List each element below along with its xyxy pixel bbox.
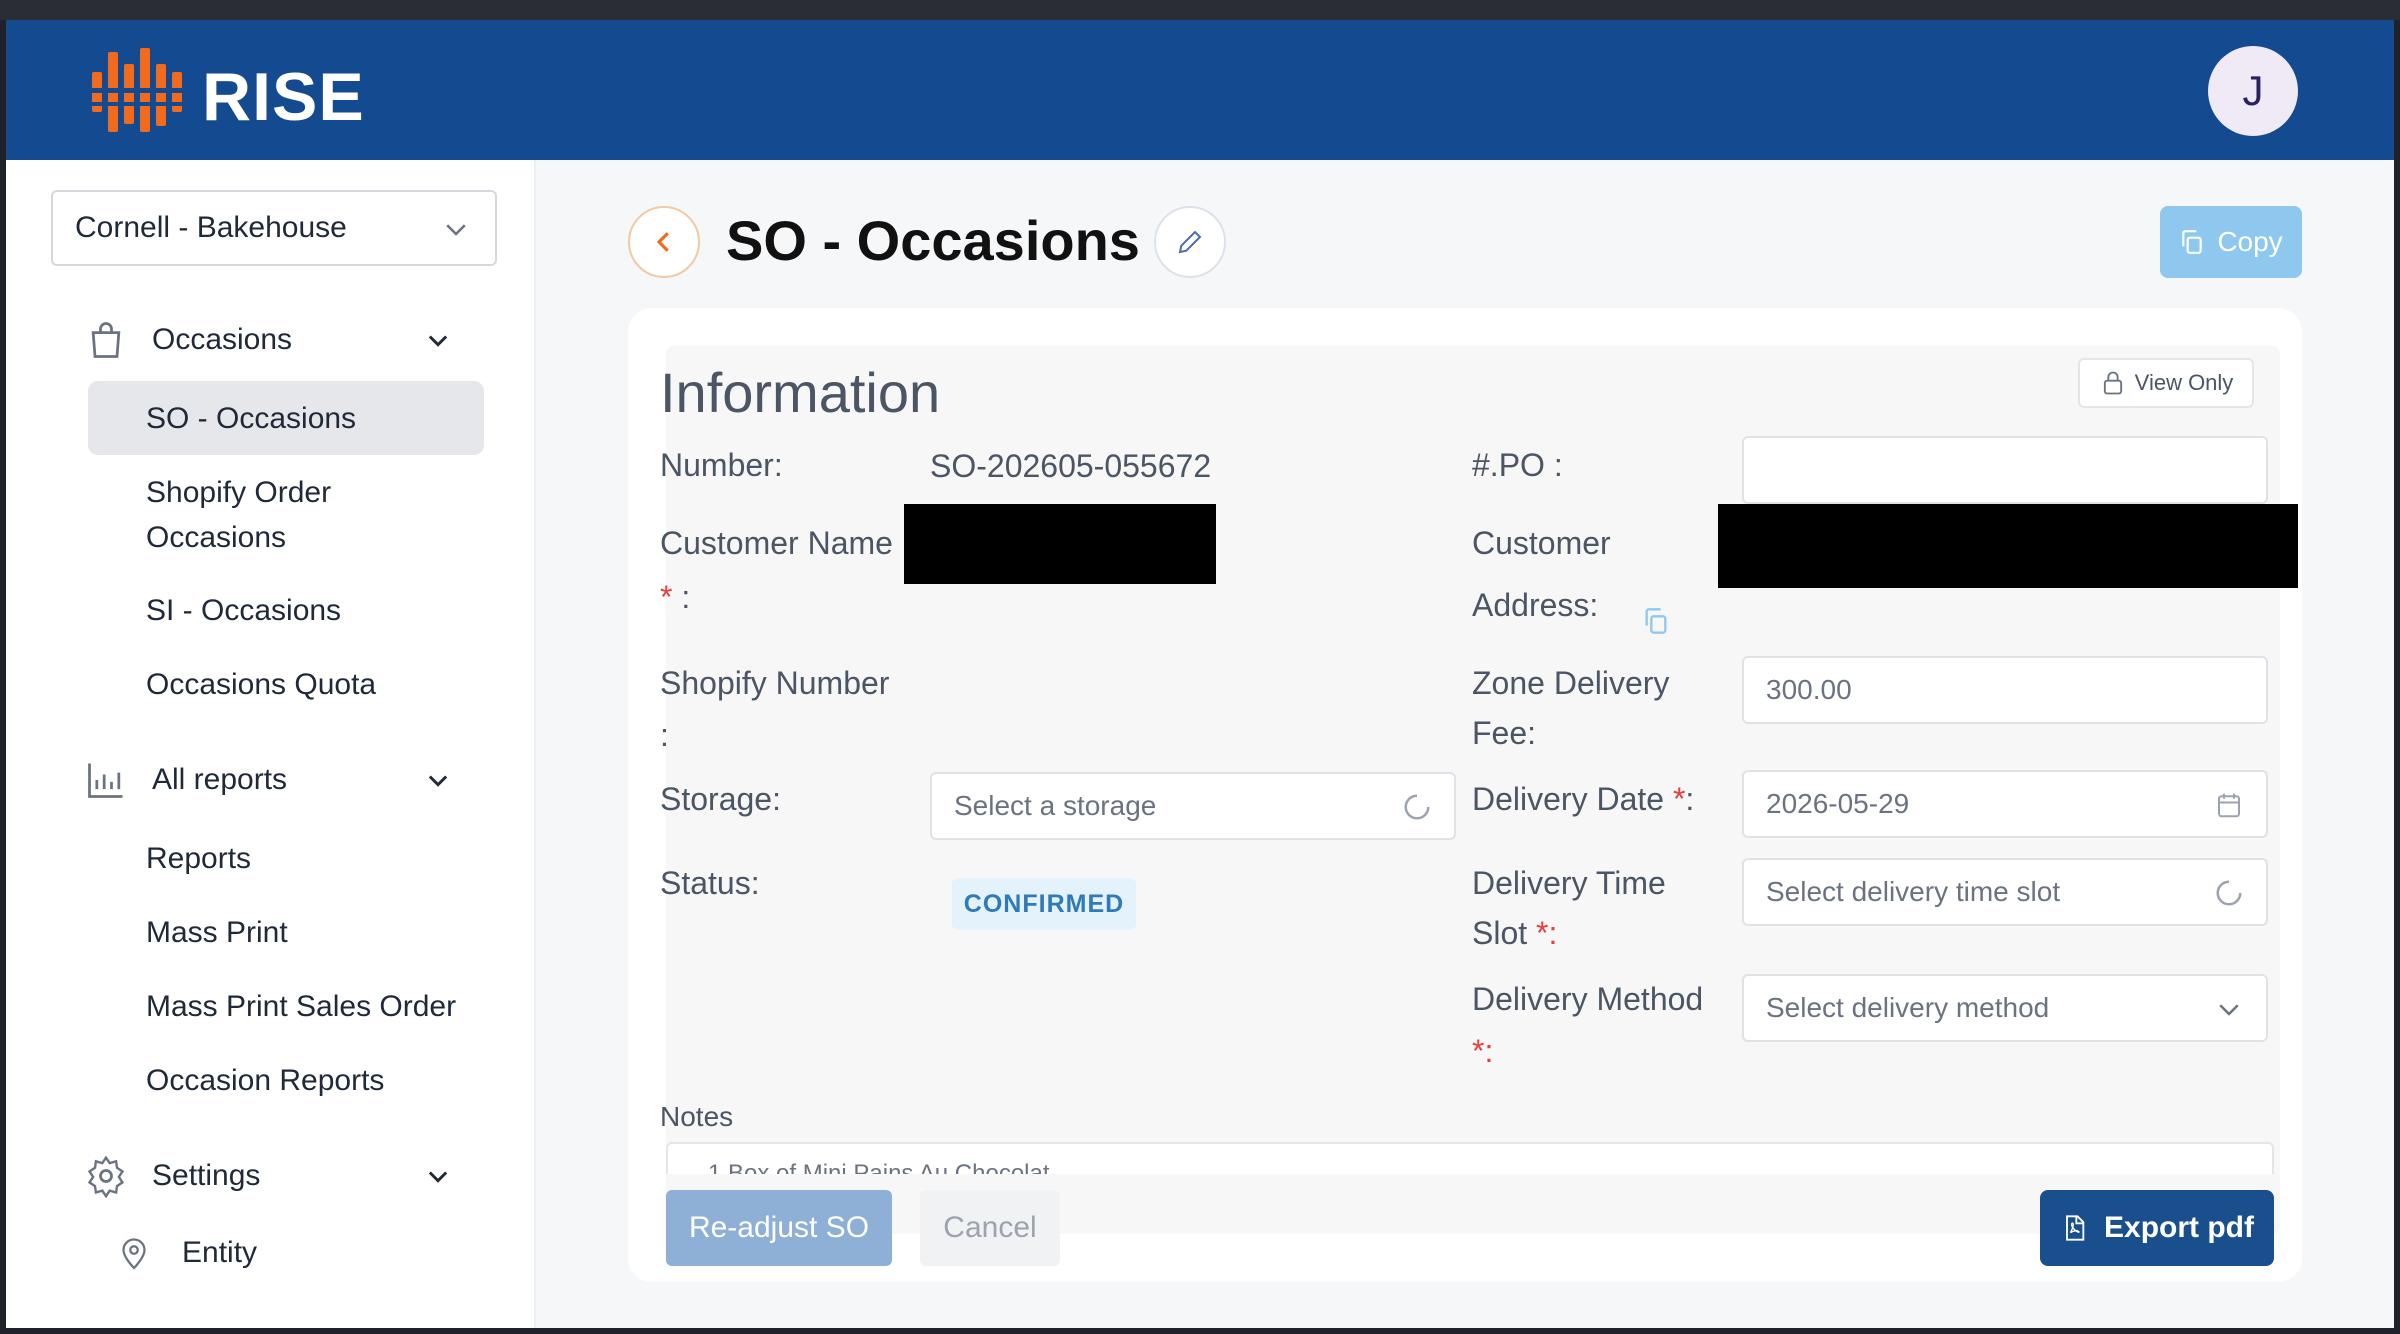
chevron-down-icon <box>428 1171 448 1183</box>
notes-label: Notes <box>660 1101 734 1132</box>
store-select[interactable]: Cornell - Bakehouse <box>51 190 497 266</box>
zone-fee-value: 300.00 <box>1766 674 1852 705</box>
nav-group-label: All reports <box>152 763 288 796</box>
chevron-down-icon <box>446 224 466 236</box>
zone-fee-label-2: Fee: <box>1472 715 1537 751</box>
delivery-method-select[interactable]: Select delivery method <box>1742 974 2268 1042</box>
chevron-left-icon <box>656 232 669 252</box>
sidebar-item-occasions-quota[interactable]: Occasions Quota <box>146 662 376 707</box>
delivery-date-label: Delivery Date *: <box>1472 781 1695 817</box>
nav-group-label: Occasions <box>152 323 293 356</box>
map-pin-icon <box>122 1237 146 1270</box>
chevron-down-icon <box>428 775 448 787</box>
nav-group-settings[interactable]: Settings <box>84 1154 448 1198</box>
view-only-label: View Only <box>2134 370 2234 395</box>
view-only-badge: View Only <box>2078 358 2254 408</box>
rise-logo-icon <box>88 48 184 132</box>
export-pdf-label: Export pdf <box>2104 1211 2254 1244</box>
redacted-customer-name <box>904 504 1216 584</box>
export-pdf-button[interactable]: Export pdf <box>2040 1190 2274 1266</box>
time-slot-label: Delivery Time <box>1472 865 1666 901</box>
nav-group-label: Settings <box>152 1159 261 1192</box>
sidebar-item-label: Entity <box>182 1236 258 1269</box>
sidebar-item-si-occasions[interactable]: SI - Occasions <box>146 588 341 633</box>
delivery-date-input[interactable]: 2026-05-29 <box>1742 770 2268 838</box>
nav-group-reports[interactable]: All reports <box>84 758 448 802</box>
storage-select[interactable]: Select a storage <box>930 772 1456 840</box>
bar-chart-icon <box>88 763 123 798</box>
storage-label: Storage: <box>660 781 781 817</box>
readjust-so-button[interactable]: Re-adjust SO <box>666 1190 892 1266</box>
chevron-down-icon <box>428 335 448 347</box>
customer-name-required: * : <box>660 579 691 615</box>
sidebar-item-shopify-order-occasions[interactable]: Shopify Order Occasions <box>146 470 386 560</box>
gear-icon <box>87 1155 125 1198</box>
time-slot-placeholder: Select delivery time slot <box>1766 876 2061 907</box>
sidebar-item-so-occasions[interactable]: SO - Occasions <box>146 396 356 441</box>
time-slot-select[interactable]: Select delivery time slot <box>1742 858 2268 926</box>
loading-spinner-icon <box>2216 880 2242 906</box>
edit-button[interactable] <box>1154 206 1226 278</box>
brand-name: RISE <box>202 59 365 135</box>
copy-button[interactable]: Copy <box>2160 206 2302 278</box>
number-value: SO-202605-055672 <box>930 448 1212 484</box>
copy-icon <box>2182 230 2203 254</box>
browser-tab-strip <box>0 0 2400 20</box>
po-input[interactable] <box>1742 436 2268 504</box>
customer-address-label-2: Address: <box>1472 587 1599 623</box>
sidebar-item-mass-print[interactable]: Mass Print <box>146 910 288 955</box>
shopify-number-label: Shopify Number <box>660 665 890 701</box>
calendar-icon <box>2218 793 2240 818</box>
sidebar: Cornell - Bakehouse Occasions SO - Occas… <box>6 160 536 1328</box>
sidebar-item-occasion-reports[interactable]: Occasion Reports <box>146 1058 384 1103</box>
time-slot-label-2: Slot *: <box>1472 915 1558 951</box>
store-select-value: Cornell - Bakehouse <box>75 211 347 244</box>
notes-textarea[interactable]: 1 Box of Mini Pains Au Chocolat <box>666 1142 2274 1174</box>
app-header: RISE J <box>6 20 2394 160</box>
back-button[interactable] <box>628 206 700 278</box>
copy-icon[interactable] <box>1642 606 1670 636</box>
sidebar-item-reports[interactable]: Reports <box>146 836 251 881</box>
cancel-button[interactable]: Cancel <box>920 1190 1060 1266</box>
app-window: RISE J Cornell - Bakehouse Occasions SO … <box>6 20 2394 1328</box>
zone-fee-input[interactable]: 300.00 <box>1742 656 2268 724</box>
page-title: SO - Occasions <box>726 209 1140 272</box>
user-avatar[interactable]: J <box>2208 46 2298 136</box>
number-label: Number: <box>660 447 783 483</box>
redacted-customer-address <box>1718 504 2298 588</box>
pdf-file-icon <box>2066 1215 2085 1241</box>
delivery-method-label: Delivery Method <box>1472 981 1704 1017</box>
delivery-date-value: 2026-05-29 <box>1766 788 1910 819</box>
shopping-bag-icon <box>91 322 121 358</box>
customer-address-label: Customer <box>1472 525 1611 561</box>
pencil-icon <box>1178 230 1202 254</box>
nav-group-occasions[interactable]: Occasions <box>84 318 448 362</box>
delivery-method-placeholder: Select delivery method <box>1766 992 2050 1023</box>
customer-name-label: Customer Name <box>660 525 893 561</box>
po-label: #.PO : <box>1472 447 1563 483</box>
delivery-method-required: *: <box>1472 1033 1494 1069</box>
zone-fee-label: Zone Delivery <box>1472 665 1670 701</box>
storage-placeholder: Select a storage <box>954 790 1157 821</box>
lock-icon <box>2103 371 2122 395</box>
status-badge: CONFIRMED <box>952 878 1136 930</box>
shopify-number-colon: : <box>660 717 669 753</box>
loading-spinner-icon <box>1404 794 1430 820</box>
sidebar-item-mass-print-sales-order[interactable]: Mass Print Sales Order <box>146 984 456 1029</box>
chevron-down-icon <box>2219 1004 2239 1016</box>
section-title: Information <box>660 361 941 424</box>
sidebar-item-entity[interactable]: Entity <box>116 1230 257 1275</box>
copy-button-label: Copy <box>2217 226 2283 257</box>
notes-value: 1 Box of Mini Pains Au Chocolat <box>708 1160 1050 1174</box>
status-label: Status: <box>660 865 760 901</box>
